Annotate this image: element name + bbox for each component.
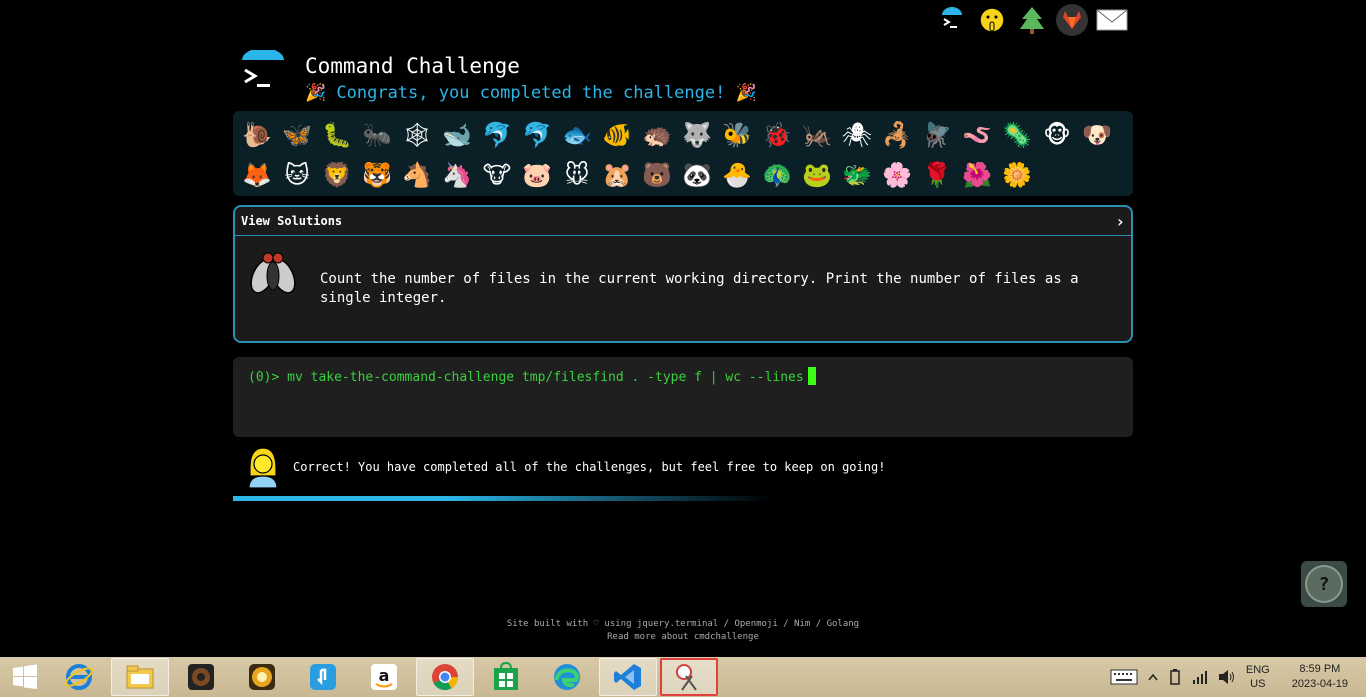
badge-icon[interactable]: 🐋 bbox=[437, 115, 477, 155]
badge-icon[interactable]: 🐟 bbox=[557, 115, 597, 155]
badge-icon[interactable]: 🦔 bbox=[637, 115, 677, 155]
power-icon[interactable] bbox=[1168, 668, 1182, 686]
solutions-panel: View Solutions › Count the number of fil… bbox=[233, 205, 1133, 343]
badge-icon[interactable]: 🐬 bbox=[517, 115, 557, 155]
edge-icon[interactable] bbox=[538, 658, 596, 696]
badge-icon[interactable]: 🐬 bbox=[477, 115, 517, 155]
badge-icon[interactable]: 🐯 bbox=[357, 155, 397, 195]
badge-icon[interactable]: 🐱 bbox=[277, 155, 317, 195]
fly-icon bbox=[245, 246, 301, 302]
badge-icon[interactable]: 🐝 bbox=[717, 115, 757, 155]
badge-icon[interactable]: 🌼 bbox=[997, 155, 1037, 195]
signal-icon[interactable] bbox=[1192, 670, 1208, 684]
result-message: Correct! You have completed all of the c… bbox=[293, 460, 886, 474]
badge-icon[interactable]: 🦗 bbox=[797, 115, 837, 155]
badge-icon[interactable]: 🪰 bbox=[917, 115, 957, 155]
badge-icon[interactable]: 🌹 bbox=[917, 155, 957, 195]
badge-icon[interactable]: 🕸 bbox=[397, 115, 437, 155]
badge-icon[interactable]: 🪱 bbox=[957, 115, 997, 155]
badge-icon[interactable]: 🕷 bbox=[837, 115, 877, 155]
keyboard-icon[interactable] bbox=[1110, 669, 1138, 685]
view-solutions-label: View Solutions bbox=[241, 214, 343, 228]
top-nav bbox=[936, 4, 1128, 36]
logo bbox=[240, 48, 286, 96]
footer-read-more-link[interactable]: Read more about cmdchallenge bbox=[233, 632, 1133, 642]
svg-text:a: a bbox=[379, 666, 390, 685]
badge-icon[interactable]: 🐣 bbox=[717, 155, 757, 195]
terminal-cursor bbox=[807, 367, 816, 385]
badge-icon[interactable]: 🐛 bbox=[317, 115, 357, 155]
region-code: US bbox=[1250, 678, 1266, 690]
touch-app-icon[interactable] bbox=[294, 658, 352, 696]
chrome-icon[interactable] bbox=[416, 658, 474, 696]
terminal-icon[interactable] bbox=[936, 4, 968, 36]
badge-icon[interactable]: 🐶 bbox=[1077, 115, 1117, 155]
badge-icon[interactable]: 🐠 bbox=[597, 115, 637, 155]
volume-icon[interactable] bbox=[1218, 669, 1236, 685]
clock-time: 8:59 PM bbox=[1299, 663, 1341, 675]
language-code: ENG bbox=[1245, 664, 1270, 676]
clock[interactable]: 8:59 PM 2023-04-19 bbox=[1292, 662, 1348, 692]
badge-icon[interactable]: 🦁 bbox=[317, 155, 357, 195]
badge-icon[interactable]: 🐭 bbox=[557, 155, 597, 195]
mail-icon[interactable] bbox=[1096, 4, 1128, 36]
badge-icon[interactable]: 🌺 bbox=[957, 155, 997, 195]
gitlab-icon[interactable] bbox=[1056, 4, 1088, 36]
terminal[interactable]: (0)> mv take-the-command-challenge tmp/f… bbox=[233, 357, 1133, 437]
badge-icon[interactable]: 🦄 bbox=[437, 155, 477, 195]
badge-icon[interactable]: 🦚 bbox=[757, 155, 797, 195]
badges-panel: 🐌 🦋 🐛 🐜 🕸 🐋 🐬 🐬 🐟 🐠 🦔 🐺 🐝 🐞 🦗 🕷 🦂 🪰 🪱 🦠 🐵 🐶 🦊 🐱 🦁 🐯 🐴 🦄 🐮 🐷 🐭 🐹 🐻 🐼 🐣 🦚 🐸 🐲 🌸 🌹… bbox=[233, 111, 1133, 196]
help-button[interactable]: ? bbox=[1301, 561, 1347, 607]
vscode-icon[interactable] bbox=[599, 658, 657, 696]
start-button[interactable] bbox=[0, 657, 50, 697]
page-title: Command Challenge bbox=[305, 54, 520, 78]
badge-icon[interactable]: 🦠 bbox=[997, 115, 1037, 155]
snipping-tool-icon[interactable] bbox=[660, 658, 718, 696]
badge-icon[interactable]: 🐜 bbox=[357, 115, 397, 155]
internet-explorer-icon[interactable] bbox=[50, 658, 108, 696]
file-explorer-icon[interactable] bbox=[111, 658, 169, 696]
badge-icon[interactable]: 🐴 bbox=[397, 155, 437, 195]
badge-icon[interactable]: 🐼 bbox=[677, 155, 717, 195]
badge-icon[interactable]: 🐮 bbox=[477, 155, 517, 195]
help-icon: ? bbox=[1305, 565, 1343, 603]
language-indicator[interactable]: ENG US bbox=[1246, 663, 1270, 691]
badge-icon[interactable]: 🐻 bbox=[637, 155, 677, 195]
badge-icon[interactable]: 🦂 bbox=[877, 115, 917, 155]
challenge-body: Count the number of files in the current… bbox=[235, 236, 1131, 341]
badge-icon[interactable]: 🦋 bbox=[277, 115, 317, 155]
badge-icon[interactable]: 🐺 bbox=[677, 115, 717, 155]
badge-icon[interactable]: 🐸 bbox=[797, 155, 837, 195]
badge-icon[interactable]: 🐞 bbox=[757, 115, 797, 155]
footer-credits: Site built with ♡ using jquery.terminal … bbox=[506, 619, 860, 629]
badge-icon[interactable]: 🐲 bbox=[837, 155, 877, 195]
challenge-description: Count the number of files in the current… bbox=[320, 271, 1079, 306]
badge-icon[interactable]: 🐷 bbox=[517, 155, 557, 195]
chevron-up-icon[interactable] bbox=[1148, 673, 1158, 681]
woman-avatar-icon bbox=[244, 446, 282, 489]
congrats-subtitle: 🎉 Congrats, you completed the challenge!… bbox=[305, 83, 757, 103]
terminal-command: mv take-the-command-challenge tmp/filesf… bbox=[279, 370, 804, 385]
chevron-right-icon: › bbox=[1115, 211, 1125, 231]
view-solutions-toggle[interactable]: View Solutions › bbox=[235, 207, 1131, 236]
terminal-prompt: (0)> bbox=[248, 370, 280, 385]
badge-icon[interactable]: 🦊 bbox=[237, 155, 277, 195]
taskbar: a ENG US 8:59 PM 2023-04-19 bbox=[0, 657, 1366, 697]
tree-icon[interactable] bbox=[1016, 4, 1048, 36]
amazon-icon[interactable]: a bbox=[355, 658, 413, 696]
app-icon[interactable] bbox=[233, 658, 291, 696]
store-icon[interactable] bbox=[477, 658, 535, 696]
badge-icon[interactable]: 🐵 bbox=[1037, 115, 1077, 155]
progress-bar bbox=[233, 496, 773, 501]
system-tray: ENG US 8:59 PM 2023-04-19 bbox=[1110, 657, 1366, 697]
badge-icon[interactable]: 🐌 bbox=[237, 115, 277, 155]
shush-face-icon[interactable] bbox=[976, 4, 1008, 36]
badge-icon[interactable]: 🌸 bbox=[877, 155, 917, 195]
speaker-app-icon[interactable] bbox=[172, 658, 230, 696]
windows-icon bbox=[13, 664, 37, 689]
clock-date: 2023-04-19 bbox=[1291, 678, 1348, 690]
badge-icon[interactable]: 🐹 bbox=[597, 155, 637, 195]
